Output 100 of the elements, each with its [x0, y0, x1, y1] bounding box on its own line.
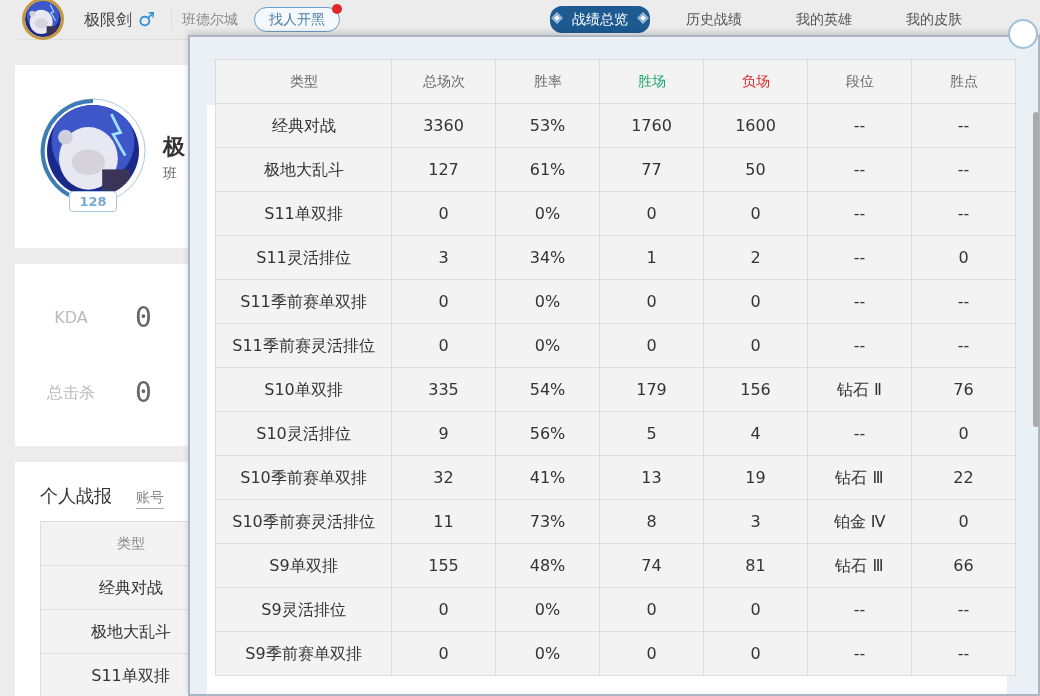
table-cell: 179 [599, 367, 704, 412]
table-cell: 0% [495, 279, 600, 324]
table-cell: S11单双排 [215, 191, 392, 236]
column-header: 类型 [215, 59, 392, 104]
table-cell: 0 [599, 279, 704, 324]
account-link[interactable]: 账号 [136, 487, 164, 509]
table-cell: S11灵活排位 [215, 235, 392, 280]
table-cell: 钻石 Ⅲ [807, 543, 912, 588]
table-cell: 经典对战 [215, 103, 392, 148]
table-cell: -- [807, 235, 912, 280]
table-cell: S10单双排 [215, 367, 392, 412]
table-cell: 0% [495, 323, 600, 368]
table-cell: 53% [495, 103, 600, 148]
table-cell: 0% [495, 191, 600, 236]
table-cell: 0 [599, 587, 704, 632]
table-cell: S9单双排 [215, 543, 392, 588]
table-cell: 127 [391, 147, 496, 192]
table-cell: -- [911, 191, 1016, 236]
team-up-button[interactable]: 找人开黑 [254, 7, 341, 32]
table-cell: 155 [391, 543, 496, 588]
table-cell: 8 [599, 499, 704, 544]
table-cell: 73% [495, 499, 600, 544]
tab[interactable]: 我的英雄 [778, 6, 870, 33]
column-header: 胜点 [911, 59, 1016, 104]
gender-symbol: ♂ [138, 7, 156, 33]
table-cell: 9 [391, 411, 496, 456]
table-cell: 0 [911, 499, 1016, 544]
table-cell: 0 [391, 323, 496, 368]
column-header: 总场次 [391, 59, 496, 104]
table-cell: -- [807, 587, 912, 632]
table-cell: S9灵活排位 [215, 587, 392, 632]
table-cell: 2 [703, 235, 808, 280]
table-cell: -- [807, 631, 912, 676]
table-cell: -- [911, 587, 1016, 632]
table-cell: -- [911, 323, 1016, 368]
table-cell: 铂金 Ⅳ [807, 499, 912, 544]
table-cell: 钻石 Ⅱ [807, 367, 912, 412]
table-cell: 0% [495, 631, 600, 676]
table-cell: 0 [911, 235, 1016, 280]
table-cell: S9季前赛单双排 [215, 631, 392, 676]
table-cell: -- [807, 279, 912, 324]
table-cell: 0 [391, 587, 496, 632]
table-cell: -- [807, 411, 912, 456]
table-cell: 54% [495, 367, 600, 412]
table-cell: 0 [599, 191, 704, 236]
table-cell: -- [911, 103, 1016, 148]
table-cell: 156 [703, 367, 808, 412]
table-cell: -- [807, 323, 912, 368]
table-cell: 41% [495, 455, 600, 500]
table-cell: 0 [599, 323, 704, 368]
column-header: 负场 [703, 59, 808, 104]
table-cell: 1760 [599, 103, 704, 148]
column-header: 胜率 [495, 59, 600, 104]
table-cell: S10灵活排位 [215, 411, 392, 456]
table-cell: 0 [391, 191, 496, 236]
table-cell: -- [807, 191, 912, 236]
table-cell: 4 [703, 411, 808, 456]
table-cell: -- [911, 631, 1016, 676]
table-cell: S11季前赛灵活排位 [215, 323, 392, 368]
level-badge: 128 [69, 190, 117, 212]
tab[interactable]: 历史战绩 [668, 6, 760, 33]
table-cell: 0 [599, 631, 704, 676]
close-button[interactable] [1008, 19, 1038, 49]
tab[interactable]: 战绩总览 [550, 6, 650, 33]
stat-value: 0 [135, 374, 152, 411]
table-cell: -- [911, 147, 1016, 192]
table-cell: 74 [599, 543, 704, 588]
table-cell: 1 [599, 235, 704, 280]
tab[interactable]: 我的皮肤 [888, 6, 980, 33]
table-cell: 11 [391, 499, 496, 544]
table-cell: 50 [703, 147, 808, 192]
stat-value: 0 [135, 299, 152, 336]
table-cell: 1600 [703, 103, 808, 148]
table-cell: 0 [703, 631, 808, 676]
section-title: 个人战报 [40, 484, 112, 508]
stat-label: 总击杀 [46, 381, 96, 404]
table-cell: 19 [703, 455, 808, 500]
table-cell: 61% [495, 147, 600, 192]
stat-label: KDA [53, 306, 89, 329]
table-cell: 3 [703, 499, 808, 544]
table-cell: 34% [495, 235, 600, 280]
table-cell: 0 [703, 191, 808, 236]
table-cell: 3360 [391, 103, 496, 148]
table-cell: -- [911, 279, 1016, 324]
profile-name: 极 [163, 132, 185, 161]
table-cell: 0 [391, 279, 496, 324]
table-cell: 76 [911, 367, 1016, 412]
table-cell: S10季前赛单双排 [215, 455, 392, 500]
table-cell: 81 [703, 543, 808, 588]
table-cell: 335 [391, 367, 496, 412]
column-header: 段位 [807, 59, 912, 104]
profile-server: 班 [163, 163, 178, 183]
table-cell: 13 [599, 455, 704, 500]
player-name: 极限剑 [84, 8, 132, 31]
table-cell: 32 [391, 455, 496, 500]
table-cell: 0% [495, 587, 600, 632]
column-header: 胜场 [599, 59, 704, 104]
table-cell: 48% [495, 543, 600, 588]
table-cell: 5 [599, 411, 704, 456]
table-cell: 0 [391, 631, 496, 676]
